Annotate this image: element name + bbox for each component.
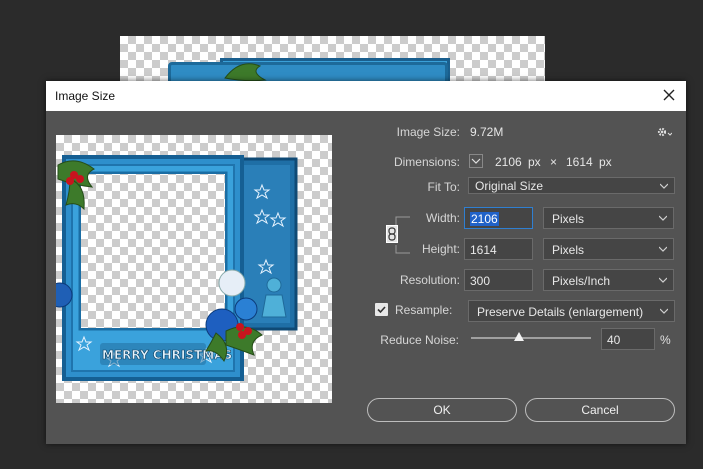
fit-to-value: Original Size [475,179,544,193]
dimensions-width-unit: px [528,155,541,169]
gear-icon[interactable] [656,126,672,138]
reduce-noise-slider-thumb[interactable] [514,332,524,341]
fit-to-select[interactable]: Original Size [468,177,675,194]
width-unit-value: Pixels [552,212,585,226]
chevron-down-icon [660,308,668,314]
width-input-value: 2106 [470,212,499,226]
height-input-value: 1614 [470,243,497,257]
width-label: Width: [425,211,460,225]
width-input[interactable]: 2106 [464,207,533,229]
resolution-input[interactable]: 300 [464,269,533,291]
dialog-titlebar: Image Size [46,81,686,111]
cancel-button[interactable]: Cancel [525,398,675,422]
image-size-label: Image Size: [396,125,460,139]
image-size-value: 9.72M [470,125,504,139]
christmas-frame-image: MERRY CHRISTMAS [56,155,298,381]
height-unit-select[interactable]: Pixels [543,238,674,260]
resample-checkbox[interactable] [375,303,388,316]
height-unit-value: Pixels [552,243,585,257]
resolution-label: Resolution: [399,273,460,287]
dialog-title: Image Size [55,89,116,103]
reduce-noise-label: Reduce Noise: [380,333,459,347]
chevron-down-icon [660,183,668,189]
reduce-noise-value: 40 [607,333,621,347]
resample-label: Resample: [395,303,453,317]
link-icon[interactable] [386,225,398,243]
dimensions-height: 1614 [566,155,593,169]
resolution-input-value: 300 [470,274,491,288]
ok-button[interactable]: OK [367,398,517,422]
reduce-noise-slider[interactable] [471,337,591,339]
height-label: Height: [421,242,460,256]
dimensions-times: × [550,155,558,169]
chevron-down-icon[interactable] [469,154,483,168]
reduce-noise-unit: % [660,333,671,347]
image-preview[interactable]: MERRY CHRISTMAS [56,135,332,403]
resample-method-select[interactable]: Preserve Details (enlargement) [468,300,675,322]
dimensions-height-unit: px [599,155,612,169]
height-input[interactable]: 1614 [464,238,533,260]
dimensions-label: Dimensions: [393,155,460,169]
reduce-noise-input[interactable]: 40 [601,328,655,350]
width-unit-select[interactable]: Pixels [543,207,674,229]
dimensions-width: 2106 [495,155,522,169]
chevron-down-icon [659,215,667,221]
chevron-down-icon [659,246,667,252]
resolution-unit-value: Pixels/Inch [552,274,611,288]
resample-method-value: Preserve Details (enlargement) [477,305,644,319]
fit-to-label: Fit To: [427,180,460,194]
resolution-unit-select[interactable]: Pixels/Inch [543,269,674,291]
image-size-dialog: Image Size MERRY CHRISTMAS Image Size: 9… [46,81,686,444]
chevron-down-icon [659,277,667,283]
close-icon[interactable] [660,86,678,104]
